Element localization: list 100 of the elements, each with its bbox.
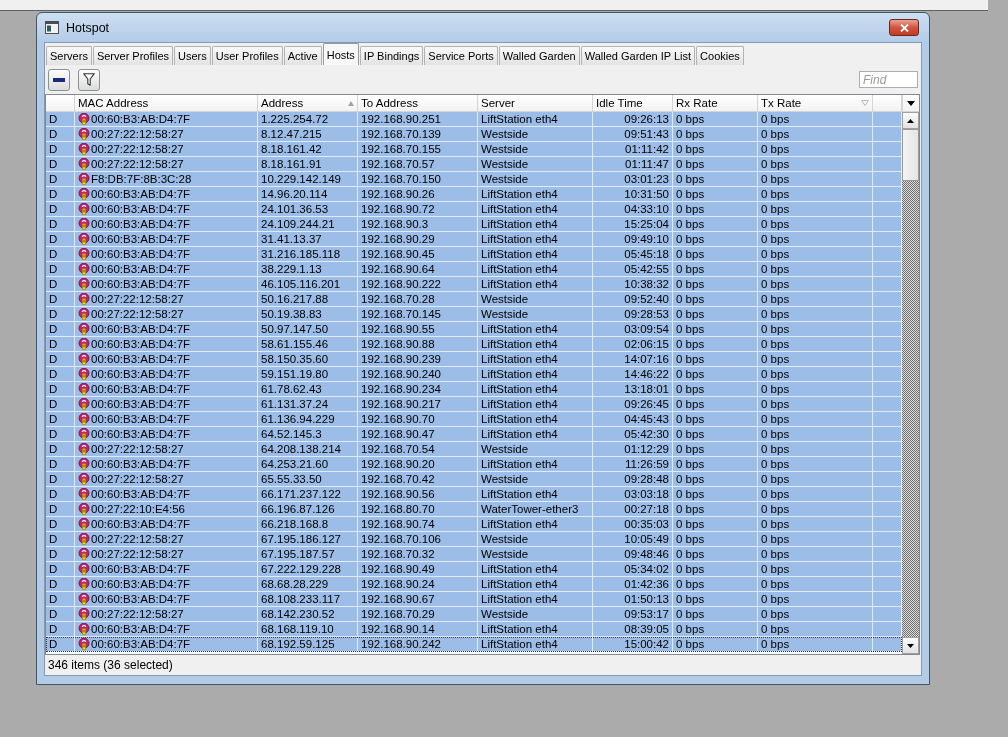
find-field[interactable]: Find bbox=[859, 71, 918, 88]
table-cell: Westside bbox=[478, 607, 593, 621]
tab[interactable]: IP Bindings bbox=[359, 46, 424, 65]
table-row[interactable]: D 00:60:B3:AB:D4:7F 68.168.119.10 192.168.90.14 LiftStation eth4 08:39:05 0 bps 0 bps bbox=[46, 622, 902, 637]
table-cell: 0 bps bbox=[758, 622, 873, 636]
tab[interactable]: Hosts bbox=[322, 43, 359, 65]
table-cell: 8.18.161.91 bbox=[258, 157, 358, 171]
table-row[interactable]: D 00:60:B3:AB:D4:7F 31.216.185.118 192.168.90.45 LiftStation eth4 05:45:18 0 bps 0 bps bbox=[46, 247, 902, 262]
table-cell: D bbox=[46, 142, 75, 156]
table-cell: Westside bbox=[478, 532, 593, 546]
table-row[interactable]: D 00:60:B3:AB:D4:7F 46.105.116.201 192.168.90.222 LiftStation eth4 10:38:32 0 bps 0 bps bbox=[46, 277, 902, 292]
table-row[interactable]: D 00:27:22:12:58:27 50.16.217.88 192.168.70.28 Westside 09:52:40 0 bps 0 bps bbox=[46, 292, 902, 307]
table-row[interactable]: D 00:60:B3:AB:D4:7F 66.171.237.122 192.168.90.56 LiftStation eth4 03:03:18 0 bps 0 bps bbox=[46, 487, 902, 502]
table-cell: LiftStation eth4 bbox=[478, 382, 593, 396]
table-row[interactable]: D 00:27:22:12:58:27 64.208.138.214 192.168.70.54 Westside 01:12:29 0 bps 0 bps bbox=[46, 442, 902, 457]
table-row[interactable]: D 00:27:22:10:E4:56 66.196.87.126 192.168.80.70 WaterTower-ether3 00:27:18 0 bps 0 bps bbox=[46, 502, 902, 517]
table-row[interactable]: D 00:60:B3:AB:D4:7F 61.131.37.24 192.168.90.217 LiftStation eth4 09:26:45 0 bps 0 bps bbox=[46, 397, 902, 412]
table-cell: 0 bps bbox=[673, 367, 758, 381]
table-cell: 15:00:42 bbox=[593, 637, 673, 651]
table-cell: 09:28:53 bbox=[593, 307, 673, 321]
table-row[interactable]: D 00:60:B3:AB:D4:7F 38.229.1.13 192.168.90.64 LiftStation eth4 05:42:55 0 bps 0 bps bbox=[46, 262, 902, 277]
table-cell: 09:48:46 bbox=[593, 547, 673, 561]
table-cell: D bbox=[46, 262, 75, 276]
table-row[interactable]: D 00:60:B3:AB:D4:7F 68.192.59.125 192.168.90.242 LiftStation eth4 15:00:42 0 bps 0 bps bbox=[46, 637, 902, 652]
table-row[interactable]: D 00:60:B3:AB:D4:7F 58.61.155.46 192.168.90.88 LiftStation eth4 02:06:15 0 bps 0 bps bbox=[46, 337, 902, 352]
table-cell: 0 bps bbox=[673, 397, 758, 411]
table-row[interactable]: D 00:60:B3:AB:D4:7F 66.218.168.8 192.168.90.74 LiftStation eth4 00:35:03 0 bps 0 bps bbox=[46, 517, 902, 532]
table-row[interactable]: D 00:60:B3:AB:D4:7F 24.101.36.53 192.168.90.72 LiftStation eth4 04:33:10 0 bps 0 bps bbox=[46, 202, 902, 217]
table-cell: LiftStation eth4 bbox=[478, 427, 593, 441]
table-row[interactable]: D 00:27:22:12:58:27 8.18.161.91 192.168.70.57 Westside 01:11:47 0 bps 0 bps bbox=[46, 157, 902, 172]
table-cell: 0 bps bbox=[673, 247, 758, 261]
tab[interactable]: Walled Garden IP List bbox=[580, 46, 696, 65]
table-row[interactable]: D 00:60:B3:AB:D4:7F 59.151.19.80 192.168.90.240 LiftStation eth4 14:46:22 0 bps 0 bps bbox=[46, 367, 902, 382]
table-row[interactable]: D 00:27:22:12:58:27 50.19.38.83 192.168.70.145 Westside 09:28:53 0 bps 0 bps bbox=[46, 307, 902, 322]
table-row[interactable]: D 00:60:B3:AB:D4:7F 58.150.35.60 192.168.90.239 LiftStation eth4 14:07:16 0 bps 0 bps bbox=[46, 352, 902, 367]
alert-icon bbox=[78, 428, 90, 440]
table-cell: 0 bps bbox=[758, 127, 873, 141]
column-header[interactable]: To Address bbox=[358, 95, 478, 111]
table-row[interactable]: D 00:60:B3:AB:D4:7F 68.68.28.229 192.168.90.24 LiftStation eth4 01:42:36 0 bps 0 bps bbox=[46, 577, 902, 592]
tab[interactable]: Active bbox=[283, 46, 322, 65]
filter-icon bbox=[83, 73, 95, 86]
tab[interactable]: Server Profiles bbox=[92, 46, 174, 65]
table-cell: 01:11:42 bbox=[593, 142, 673, 156]
table-cell: 00:60:B3:AB:D4:7F bbox=[91, 112, 191, 126]
table-cell: 0 bps bbox=[673, 382, 758, 396]
tab[interactable]: User Profiles bbox=[211, 46, 283, 65]
table-row[interactable]: D 00:60:B3:AB:D4:7F 64.52.145.3 192.168.90.47 LiftStation eth4 05:42:30 0 bps 0 bps bbox=[46, 427, 902, 442]
column-header[interactable]: Server bbox=[478, 95, 593, 111]
table-cell: 00:60:B3:AB:D4:7F bbox=[91, 382, 191, 396]
alert-icon bbox=[78, 278, 90, 290]
table-cell: 0 bps bbox=[673, 352, 758, 366]
table-cell: 09:51:43 bbox=[593, 127, 673, 141]
table-row[interactable]: D 00:60:B3:AB:D4:7F 64.253.21.60 192.168.90.20 LiftStation eth4 11:26:59 0 bps 0 bps bbox=[46, 457, 902, 472]
table-row[interactable]: D 00:60:B3:AB:D4:7F 1.225.254.72 192.168.90.251 LiftStation eth4 09:26:13 0 bps 0 bps bbox=[46, 112, 902, 127]
column-header[interactable]: Tx Rate bbox=[758, 95, 873, 111]
table-cell: 0 bps bbox=[673, 292, 758, 306]
column-header[interactable]: Idle Time bbox=[593, 95, 673, 111]
table-row[interactable]: D 00:60:B3:AB:D4:7F 24.109.244.21 192.168.90.3 LiftStation eth4 15:25:04 0 bps 0 bps bbox=[46, 217, 902, 232]
tab[interactable]: Users bbox=[174, 46, 211, 65]
table-row[interactable]: D 00:60:B3:AB:D4:7F 61.136.94.229 192.168.90.70 LiftStation eth4 04:45:43 0 bps 0 bps bbox=[46, 412, 902, 427]
table-row[interactable]: D 00:27:22:12:58:27 67.195.187.57 192.168.70.32 Westside 09:48:46 0 bps 0 bps bbox=[46, 547, 902, 562]
scroll-down-button[interactable] bbox=[902, 637, 919, 654]
table-cell: Westside bbox=[478, 307, 593, 321]
filter-button[interactable] bbox=[78, 68, 100, 91]
table-row[interactable]: D 00:27:22:12:58:27 65.55.33.50 192.168.70.42 Westside 09:28:48 0 bps 0 bps bbox=[46, 472, 902, 487]
table-row[interactable]: D 00:60:B3:AB:D4:7F 61.78.62.43 192.168.90.234 LiftStation eth4 13:18:01 0 bps 0 bps bbox=[46, 382, 902, 397]
table-row[interactable]: D 00:27:22:12:58:27 67.195.186.127 192.168.70.106 Westside 10:05:49 0 bps 0 bps bbox=[46, 532, 902, 547]
scroll-up-button[interactable] bbox=[902, 112, 919, 129]
column-header[interactable]: MAC Address bbox=[75, 95, 258, 111]
column-header[interactable]: Rx Rate bbox=[673, 95, 758, 111]
scroll-thumb[interactable] bbox=[902, 129, 919, 181]
table-cell: D bbox=[46, 112, 75, 126]
tab[interactable]: Walled Garden bbox=[498, 46, 580, 65]
table-cell: 192.168.90.251 bbox=[358, 112, 478, 126]
table-cell: 00:27:22:12:58:27 bbox=[91, 292, 184, 306]
table-cell: 0 bps bbox=[758, 547, 873, 561]
table-cell: D bbox=[46, 292, 75, 306]
table-row[interactable]: D 00:60:B3:AB:D4:7F 68.108.233.117 192.168.90.67 LiftStation eth4 01:50:13 0 bps 0 bps bbox=[46, 592, 902, 607]
table-row[interactable]: D 00:60:B3:AB:D4:7F 67.222.129.228 192.168.90.49 LiftStation eth4 05:34:02 0 bps 0 bps bbox=[46, 562, 902, 577]
table-cell: 00:60:B3:AB:D4:7F bbox=[91, 412, 191, 426]
table-row[interactable]: D 00:60:B3:AB:D4:7F 31.41.13.37 192.168.90.29 LiftStation eth4 09:49:10 0 bps 0 bps bbox=[46, 232, 902, 247]
table-row[interactable]: D 00:27:22:12:58:27 8.12.47.215 192.168.70.139 Westside 09:51:43 0 bps 0 bps bbox=[46, 127, 902, 142]
vertical-scrollbar[interactable] bbox=[902, 112, 919, 654]
table-row[interactable]: D 00:60:B3:AB:D4:7F 14.96.20.114 192.168.90.26 LiftStation eth4 10:31:50 0 bps 0 bps bbox=[46, 187, 902, 202]
table-row[interactable]: D F8:DB:7F:8B:3C:28 10.229.142.149 192.168.70.150 Westside 03:01:23 0 bps 0 bps bbox=[46, 172, 902, 187]
alert-icon bbox=[78, 248, 90, 260]
tab[interactable]: Service Ports bbox=[424, 46, 498, 65]
table-cell: D bbox=[46, 547, 75, 561]
table-row[interactable]: D 00:60:B3:AB:D4:7F 50.97.147.50 192.168.90.55 LiftStation eth4 03:09:54 0 bps 0 bps bbox=[46, 322, 902, 337]
column-header[interactable]: Address bbox=[258, 95, 358, 111]
tab[interactable]: Cookies bbox=[696, 46, 744, 65]
table-row[interactable]: D 00:27:22:12:58:27 68.142.230.52 192.168.70.29 Westside 09:53:17 0 bps 0 bps bbox=[46, 607, 902, 622]
table-cell: 05:42:55 bbox=[593, 262, 673, 276]
table-cell: 0 bps bbox=[673, 412, 758, 426]
table-cell: 0 bps bbox=[673, 547, 758, 561]
tab[interactable]: Servers bbox=[46, 46, 92, 65]
close-button[interactable] bbox=[889, 19, 919, 36]
table-row[interactable]: D 00:27:22:12:58:27 8.18.161.42 192.168.70.155 Westside 01:11:42 0 bps 0 bps bbox=[46, 142, 902, 157]
column-menu-button[interactable] bbox=[902, 95, 919, 112]
remove-button[interactable] bbox=[48, 68, 70, 91]
